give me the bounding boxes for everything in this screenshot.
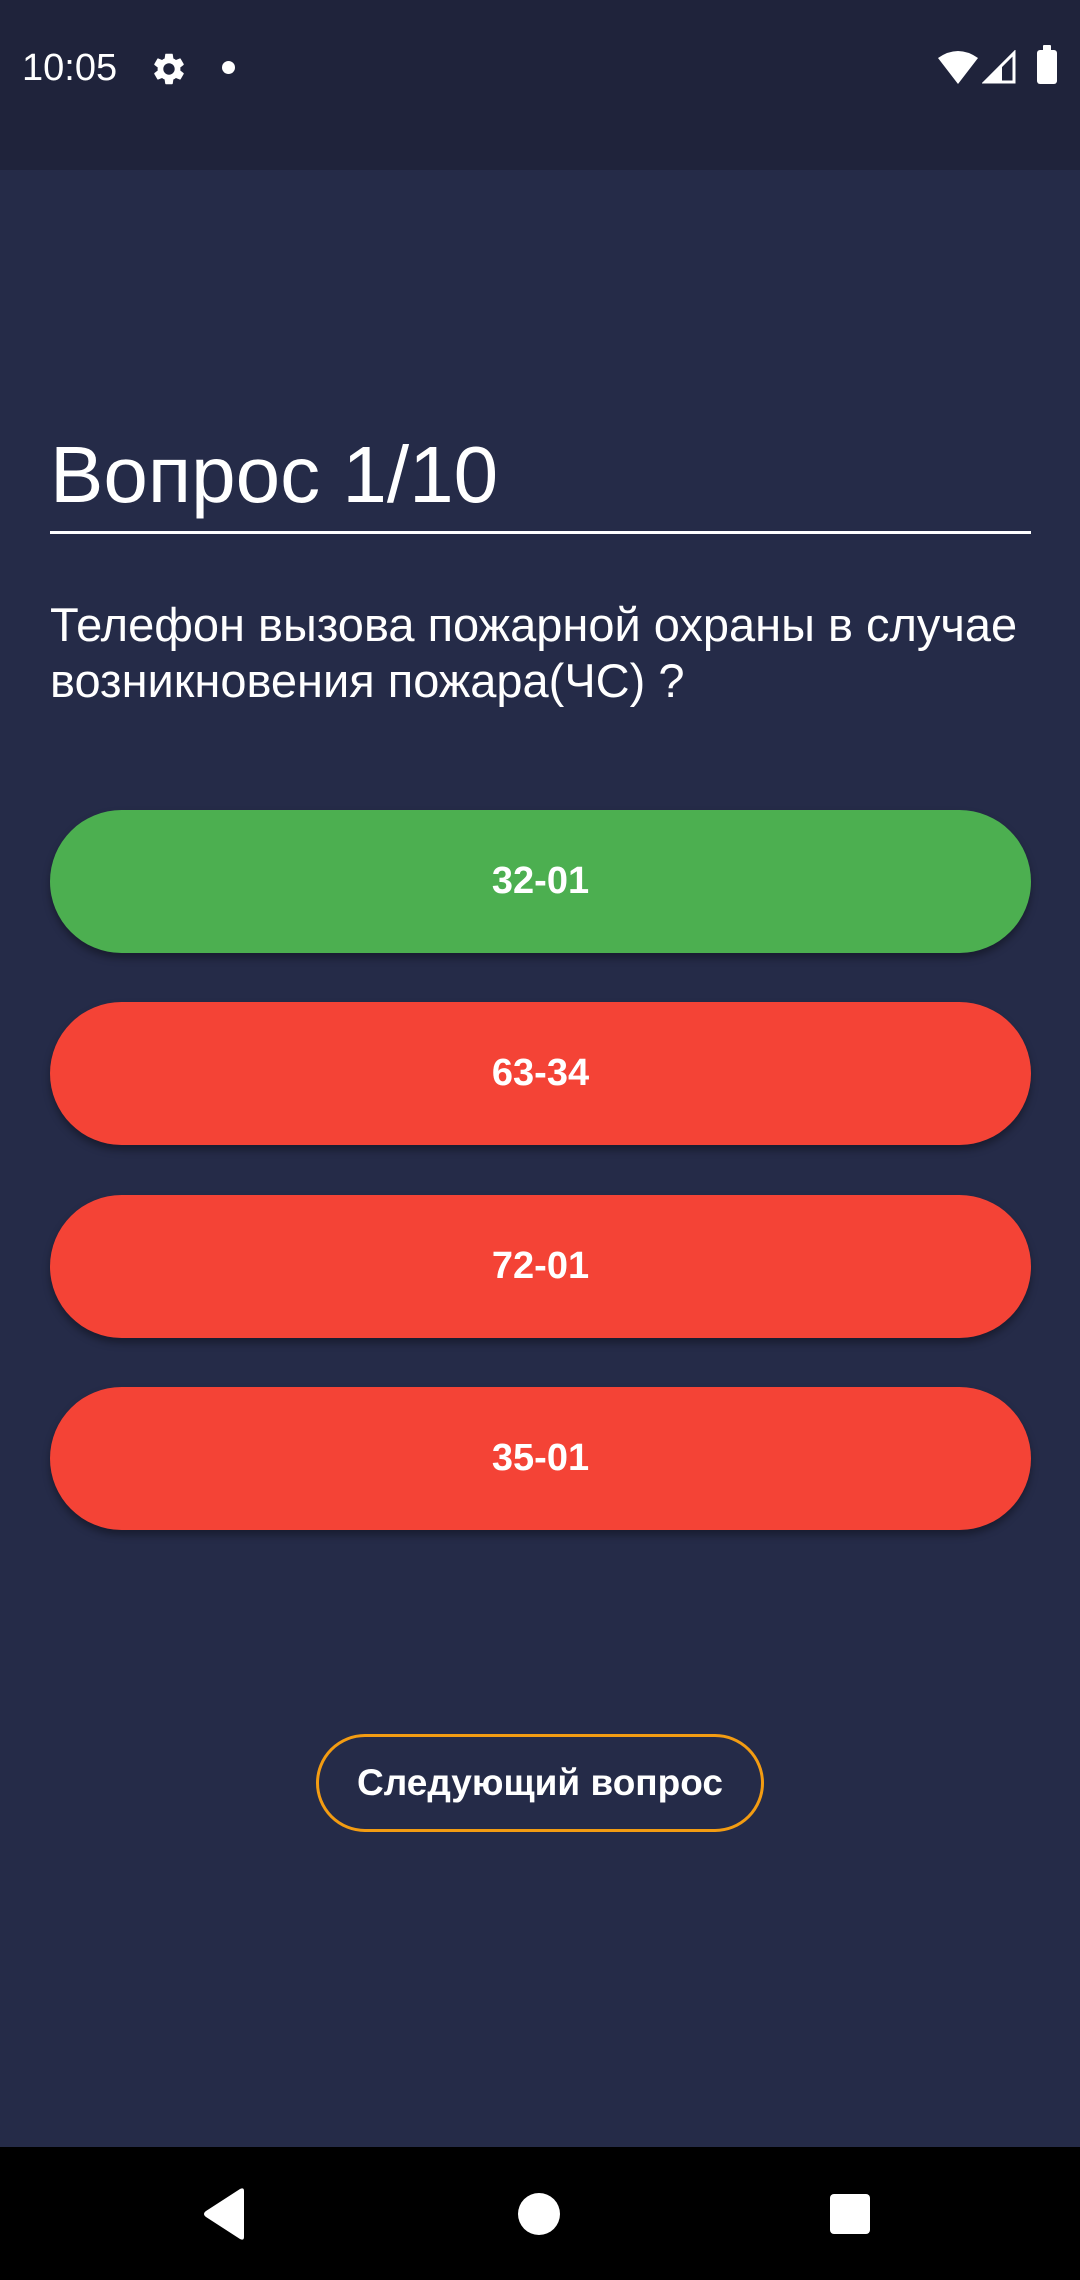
- notification-dot-icon: [222, 61, 235, 74]
- home-icon[interactable]: [518, 2193, 560, 2235]
- answer-button-3[interactable]: 72-01: [50, 1195, 1031, 1338]
- gear-icon: [154, 53, 184, 85]
- back-icon[interactable]: [200, 2187, 250, 2241]
- next-question-button[interactable]: Следующий вопрос: [316, 1734, 764, 1832]
- recents-icon[interactable]: [830, 2194, 870, 2234]
- counter-divider: [50, 531, 1031, 534]
- question-text: Телефон вызова пожарной охраны в случае …: [50, 598, 1018, 707]
- answer-button-2[interactable]: 63-34: [50, 1002, 1031, 1145]
- status-time: 10:05: [22, 47, 118, 89]
- battery-icon: [1037, 45, 1057, 84]
- answer-button-4[interactable]: 35-01: [50, 1387, 1031, 1530]
- status-bar: 10:05: [0, 0, 1080, 170]
- wifi-icon: [938, 51, 978, 84]
- navigation-bar: [0, 2147, 1080, 2280]
- question-counter: Вопрос 1/10: [50, 430, 499, 519]
- quiz-screen: 10:05 Вопрос 1/10 Телефон вызова пожарно…: [0, 0, 1080, 2280]
- signal-icon: [982, 50, 1016, 84]
- answer-button-1[interactable]: 32-01: [50, 810, 1031, 953]
